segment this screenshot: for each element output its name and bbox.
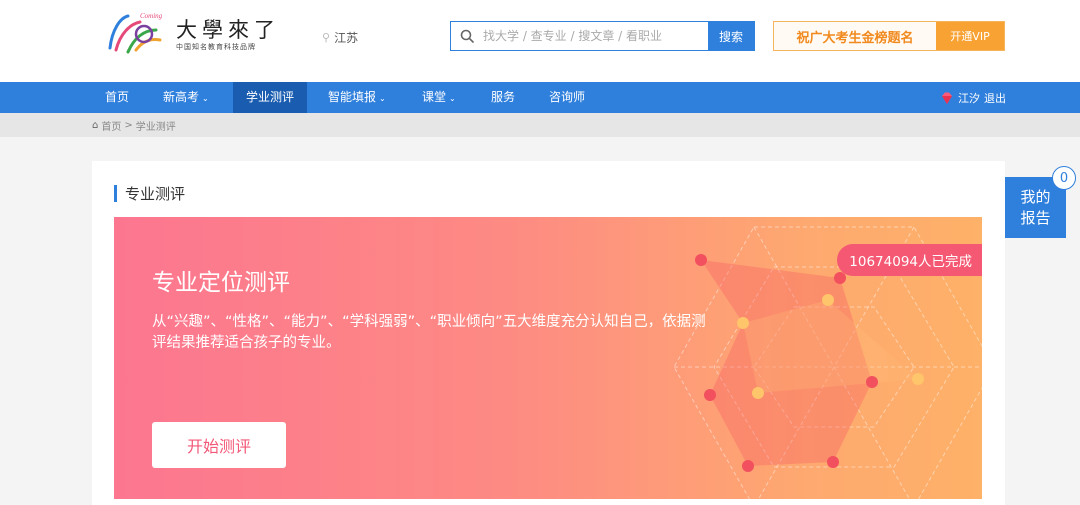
- user-menu: 江汐 退出: [940, 82, 1006, 113]
- logo-subtitle: 中国知名教育科技品牌: [176, 43, 256, 51]
- breadcrumb: ⌂ 首页 > 学业测评: [92, 118, 176, 133]
- report-count-badge: 0: [1052, 166, 1076, 190]
- location-pin-icon: ⚲: [322, 31, 331, 44]
- my-report-label-2: 报告: [1020, 208, 1051, 227]
- nav-item-classroom[interactable]: 课堂 ⌄: [409, 82, 469, 113]
- nav-item-new-gaokao[interactable]: 新高考 ⌄: [150, 82, 222, 113]
- home-icon: ⌂: [92, 120, 99, 131]
- nav-item-service[interactable]: 服务: [478, 82, 528, 113]
- assessment-panel: 专业测评 专业定位测评 从“兴趣”、“性格”、“能力”、“学科强弱”、“职业倾向…: [92, 161, 1005, 505]
- open-vip-button[interactable]: 开通VIP: [936, 22, 1004, 50]
- nav-item-assessment[interactable]: 学业测评: [233, 82, 308, 113]
- search-icon: [451, 22, 483, 50]
- location-label: 江苏: [334, 31, 359, 45]
- site-logo[interactable]: Coming 大學來了 中国知名教育科技品牌: [106, 8, 276, 56]
- logo-mark-icon: Coming: [108, 12, 163, 54]
- hero-title: 专业定位测评: [152, 270, 290, 296]
- site-header: Coming 大學來了 中国知名教育科技品牌 ⚲ 江苏 搜索 祝广大考生金榜题名…: [0, 0, 1080, 82]
- breadcrumb-current: 学业测评: [135, 122, 176, 133]
- breadcrumb-home[interactable]: 首页: [101, 118, 121, 133]
- breadcrumb-separator: >: [124, 120, 133, 131]
- vip-banner[interactable]: 祝广大考生金榜题名 开通VIP: [773, 21, 1005, 51]
- my-report-label-1: 我的: [1020, 187, 1051, 206]
- nav-item-smart-fill[interactable]: 智能填报 ⌄: [315, 82, 399, 113]
- start-assessment-button[interactable]: 开始测评: [152, 422, 286, 468]
- hero-description: 从“兴趣”、“性格”、“能力”、“学科强弱”、“职业倾向”五大维度充分认知自己，…: [152, 314, 706, 351]
- chevron-down-icon: ⌄: [202, 94, 209, 103]
- search-bar: 搜索: [450, 21, 755, 51]
- svg-text:Coming: Coming: [140, 12, 163, 20]
- user-name[interactable]: 江汐: [958, 90, 980, 106]
- breadcrumb-bar: ⌂ 首页 > 学业测评: [0, 113, 1080, 137]
- nav-item-consultant[interactable]: 咨询师: [536, 82, 598, 113]
- section-title: 专业测评: [114, 184, 185, 203]
- nav-item-home[interactable]: 首页: [92, 82, 142, 113]
- chevron-down-icon: ⌄: [379, 94, 386, 103]
- logo-title: 大學來了: [176, 18, 280, 42]
- logout-link[interactable]: 退出: [984, 90, 1006, 106]
- vip-gem-icon: [942, 92, 952, 104]
- search-input[interactable]: [483, 22, 708, 50]
- main-nav: 首页 新高考 ⌄ 学业测评 智能填报 ⌄ 课堂 ⌄ 服务 咨询师 江汐 退出: [0, 82, 1080, 113]
- completed-count-badge: 10674094人已完成: [837, 244, 982, 276]
- major-assessment-card: 专业定位测评 从“兴趣”、“性格”、“能力”、“学科强弱”、“职业倾向”五大维度…: [114, 217, 982, 499]
- location-selector[interactable]: ⚲ 江苏: [322, 29, 358, 46]
- chevron-down-icon: ⌄: [449, 94, 456, 103]
- vip-banner-text: 祝广大考生金榜题名: [774, 22, 936, 50]
- search-button[interactable]: 搜索: [708, 22, 754, 50]
- section-title-bar: [114, 184, 117, 202]
